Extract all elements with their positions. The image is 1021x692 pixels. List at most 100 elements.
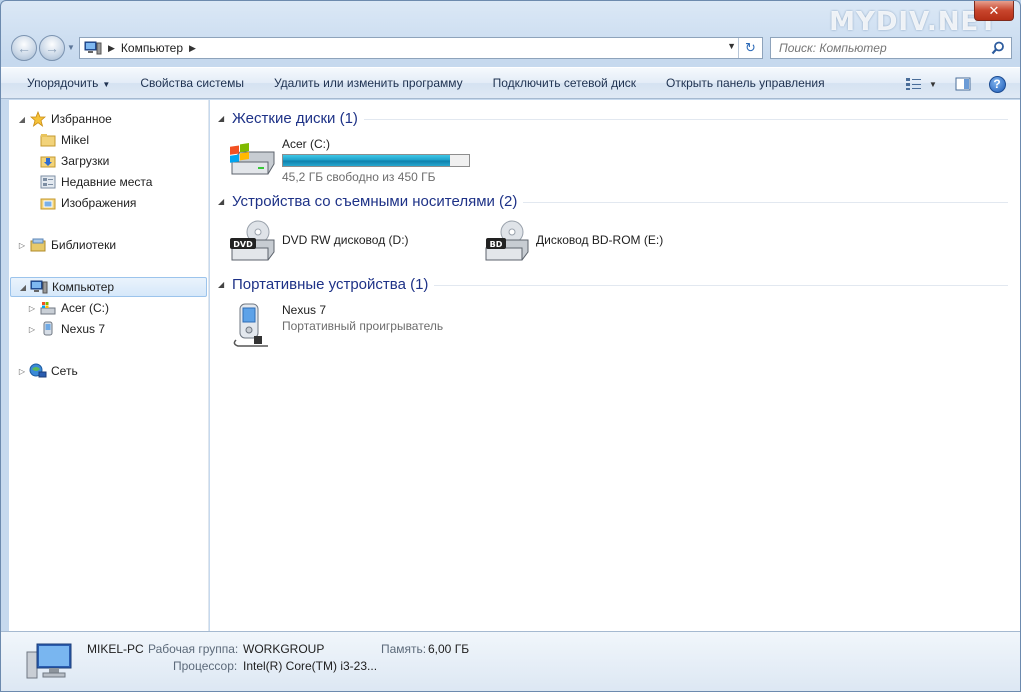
group-header-hard-drives[interactable]: ◢ Жесткие диски (1) [218,107,1008,129]
search-box[interactable] [770,37,1012,59]
tree-item-label: Библиотеки [51,238,117,252]
forward-arrow-icon: → [45,40,59,56]
content-pane: ◢ Жесткие диски (1) Acer (C:) 45,2 ГБ св… [210,100,1020,631]
help-icon: ? [988,75,1006,93]
breadcrumb-separator-icon[interactable]: ▶ [108,43,115,54]
star-icon [29,111,47,127]
tree-item-label: Изображения [61,196,137,210]
command-bar: Упорядочить ▼ Свойства системы Удалить ил… [1,67,1020,99]
back-button[interactable]: ← [11,35,37,61]
tree-item-downloads[interactable]: Загрузки [27,151,109,171]
tree-item-computer[interactable]: ◢ Компьютер [10,277,207,297]
forward-button[interactable]: → [39,35,65,61]
drive-usage-bar [282,154,470,167]
drive-acer-c[interactable]: Acer (C:) 45,2 ГБ свободно из 450 ГБ [228,134,470,185]
pictures-folder-icon [39,195,57,211]
expand-arrow-icon[interactable]: ▷ [17,241,27,250]
tree-item-pictures[interactable]: Изображения [27,193,136,213]
portable-device-icon [39,321,57,337]
recent-pages-dropdown[interactable]: ▼ [67,43,76,52]
refresh-icon: ↻ [745,40,756,55]
device-name: Nexus 7 [282,303,327,317]
drive-bd-rom-e[interactable]: BD Дисковод BD-ROM (E:) [482,218,663,266]
tree-item-label: Mikel [61,133,90,147]
device-type: Портативный проигрыватель [282,319,444,333]
navigation-bar: ← → ▼ ▶ Компьютер ▶ ▼ ↻ [1,31,1020,63]
folder-icon [39,132,57,148]
organize-button[interactable]: Упорядочить ▼ [1,76,125,90]
tree-item-label: Загрузки [61,154,110,168]
drive-dvd-d[interactable]: DVD DVD RW дисковод (D:) [228,218,409,266]
help-button[interactable]: ? [986,74,1008,94]
search-icon[interactable] [991,41,1005,55]
drive-name: Дисковод BD-ROM (E:) [536,233,664,247]
group-header-removable[interactable]: ◢ Устройства со съемными носителями (2) [218,190,1008,212]
breadcrumb-separator-icon[interactable]: ▶ [189,43,196,54]
expand-arrow-icon[interactable]: ▷ [17,367,27,376]
map-network-drive-button[interactable]: Подключить сетевой диск [478,76,651,90]
computer-icon [30,279,48,295]
refresh-button[interactable]: ↻ [738,38,762,58]
tree-item-libraries[interactable]: ▷ Библиотеки [17,235,116,255]
dvd-drive-icon: DVD [230,220,275,261]
group-header-portable[interactable]: ◢ Портативные устройства (1) [218,273,1008,295]
explorer-window: MYDIV.NET ✕ ← → ▼ ▶ Компьютер ▶ ▼ ↻ Поис… [0,0,1021,692]
collapse-arrow-icon[interactable]: ◢ [18,283,28,292]
tree-item-label: Избранное [51,112,112,126]
tree-item-recent-places[interactable]: Недавние места [27,172,152,192]
tree-item-favorites[interactable]: ◢ Избранное [17,109,112,129]
drive-free-space: 45,2 ГБ свободно из 450 ГБ [282,170,436,184]
group-divider [523,202,1008,203]
drive-badge: DVD [233,240,253,249]
processor-value: Intel(R) Core(TM) i3-23... [243,659,378,673]
collapse-arrow-icon[interactable]: ◢ [218,114,232,123]
preview-pane-icon [955,77,971,91]
tree-item-label: Acer (C:) [61,301,109,315]
address-history-dropdown-icon[interactable]: ▼ [727,41,736,51]
search-input[interactable] [779,39,991,57]
system-drive-icon [39,300,57,316]
expand-arrow-icon[interactable]: ▷ [27,325,37,334]
group-title: Жесткие диски (1) [232,109,358,127]
drive-usage-fill [283,155,451,166]
chevron-down-icon: ▼ [102,80,111,89]
memory-label: Память: [381,642,427,656]
uninstall-program-button[interactable]: Удалить или изменить программу [259,76,478,90]
tree-item-label: Nexus 7 [61,322,106,336]
system-drive-icon [230,143,275,175]
collapse-arrow-icon[interactable]: ◢ [218,197,232,206]
drive-name: DVD RW дисковод (D:) [282,233,409,247]
open-control-panel-button[interactable]: Открыть панель управления [651,76,840,90]
close-icon: ✕ [988,2,1000,18]
expand-arrow-icon[interactable]: ▷ [27,304,37,313]
computer-icon [84,41,102,55]
memory-value: 6,00 ГБ [428,642,470,656]
close-button[interactable]: ✕ [974,1,1014,21]
drive-name: Acer (C:) [282,137,330,151]
portable-device-icon [233,303,268,347]
tree-item-network[interactable]: ▷ Сеть [17,361,78,381]
address-bar[interactable]: ▶ Компьютер ▶ ▼ ↻ [79,37,763,59]
bd-rom-drive-icon: BD [485,220,529,261]
workgroup-value: WORKGROUP [243,642,325,656]
system-properties-button[interactable]: Свойства системы [125,76,259,90]
collapse-arrow-icon[interactable]: ◢ [218,280,232,289]
tree-item-nexus-7[interactable]: ▷ Nexus 7 [27,319,105,339]
expand-arrow-icon[interactable]: ◢ [17,115,27,124]
organize-label: Упорядочить [27,76,99,90]
device-nexus-7[interactable]: Nexus 7 Портативный проигрыватель [228,300,443,348]
computer-icon [26,643,72,679]
tree-item-acer-c[interactable]: ▷ Acer (C:) [27,298,109,318]
preview-pane-button[interactable] [952,74,974,94]
downloads-folder-icon [39,153,57,169]
change-view-button[interactable]: ▼ [902,74,940,94]
tree-item-label: Компьютер [52,280,115,294]
computer-name: MIKEL-PC [87,642,144,656]
tree-item-mikel[interactable]: Mikel [27,130,89,150]
details-pane: MIKEL-PC Рабочая группа: WORKGROUP Памят… [1,631,1020,691]
back-arrow-icon: ← [17,40,31,56]
breadcrumb-computer[interactable]: Компьютер [121,41,183,55]
tree-item-label: Недавние места [61,175,153,189]
libraries-icon [29,237,47,253]
view-options-icon [906,78,922,90]
